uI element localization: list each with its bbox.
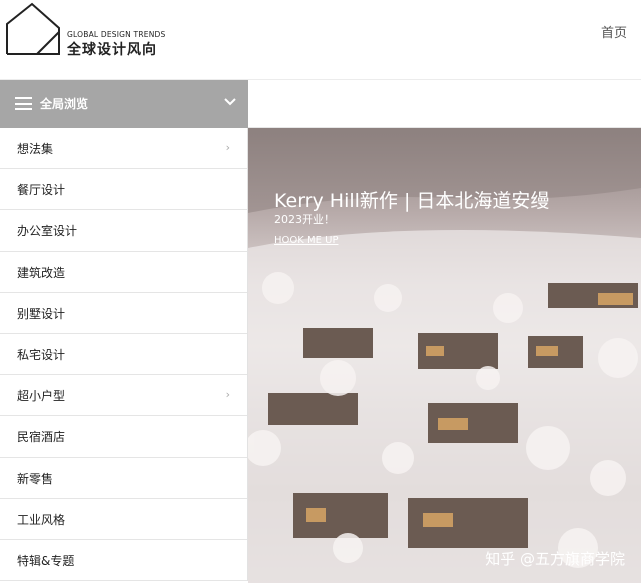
menu-item-private-home[interactable]: 私宅设计 (0, 334, 247, 376)
global-browse-dropdown[interactable]: 全局浏览 (0, 80, 248, 128)
dropdown-label: 全局浏览 (40, 97, 89, 111)
site-logo[interactable]: GLOBAL DESIGN TRENDS 全球设计风向 (5, 2, 175, 62)
site-header: GLOBAL DESIGN TRENDS 全球设计风向 首页 (0, 0, 641, 80)
menu-item-renovation[interactable]: 建筑改造 (0, 252, 247, 293)
chevron-right-icon: › (225, 141, 230, 154)
menu-item-hotel[interactable]: 民宿酒店 (0, 416, 247, 458)
logo-text-cn: 全球设计风向 (67, 42, 157, 58)
menu-item-specials[interactable]: 特辑&专题 (0, 540, 247, 582)
menu-item-label: 新零售 (17, 471, 54, 486)
header-strip (248, 80, 641, 128)
menu-item-label: 别墅设计 (17, 306, 66, 321)
menu-item-micro-home[interactable]: 超小户型 › (0, 375, 247, 417)
hook-me-up-link[interactable]: HOOK ME UP (274, 235, 338, 246)
logo-text-en: GLOBAL DESIGN TRENDS (67, 30, 166, 39)
menu-item-label: 餐厅设计 (17, 183, 66, 198)
menu-item-label: 建筑改造 (17, 265, 66, 280)
watermark-text: 知乎 @五方旗商学院 (485, 550, 625, 568)
chevron-down-icon (224, 98, 236, 106)
hero-subtitle: 2023开业！ (274, 213, 335, 226)
category-menu: 想法集 › 餐厅设计 办公室设计 建筑改造 别墅设计 私宅设计 超小户型 › 民… (0, 128, 248, 582)
menu-item-villa[interactable]: 别墅设计 (0, 293, 247, 334)
menu-item-label: 民宿酒店 (17, 430, 66, 445)
hero-banner[interactable]: Kerry Hill新作 | 日本北海道安缦 2023开业！ HOOK ME U… (248, 128, 641, 583)
menu-item-restaurant[interactable]: 餐厅设计 (0, 169, 247, 211)
menu-item-label: 超小户型 (17, 389, 66, 404)
menu-item-label: 特辑&专题 (17, 553, 75, 568)
menu-item-label: 想法集 (17, 142, 54, 156)
hamburger-icon (15, 97, 32, 110)
chevron-right-icon: › (225, 388, 230, 402)
menu-item-industrial[interactable]: 工业风格 (0, 499, 247, 540)
menu-item-label: 工业风格 (17, 512, 66, 527)
menu-item-ideas[interactable]: 想法集 › (0, 128, 247, 170)
hero-title[interactable]: Kerry Hill新作 | 日本北海道安缦 (274, 186, 549, 213)
home-link[interactable]: 首页 (601, 22, 627, 41)
house-logo-icon (6, 2, 60, 55)
menu-item-label: 办公室设计 (17, 224, 78, 239)
menu-item-label: 私宅设计 (17, 347, 66, 362)
menu-item-retail[interactable]: 新零售 (0, 458, 247, 499)
menu-item-office[interactable]: 办公室设计 (0, 210, 247, 252)
